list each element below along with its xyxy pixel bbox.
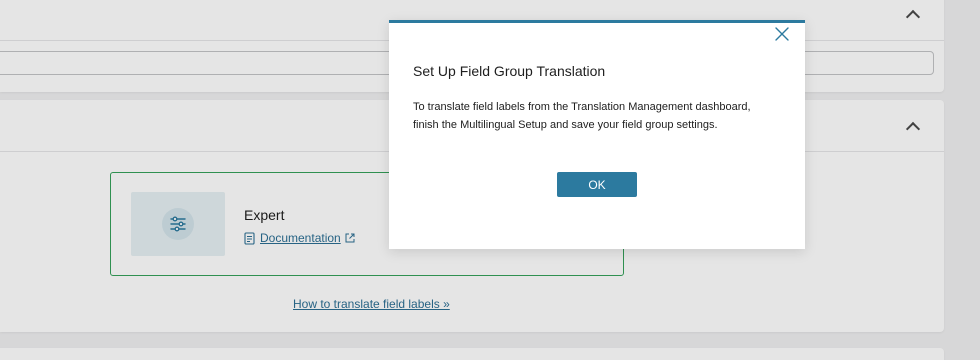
ok-button[interactable]: OK [557, 172, 637, 197]
dialog-message-line-1: To translate field labels from the Trans… [413, 101, 751, 113]
close-icon[interactable] [773, 25, 791, 43]
dialog-message-line-2: finish the Multilingual Setup and save y… [413, 119, 718, 131]
translation-setup-dialog: Set Up Field Group Translation To transl… [389, 20, 805, 249]
dialog-message: To translate field labels from the Trans… [413, 98, 783, 134]
dialog-title: Set Up Field Group Translation [413, 63, 606, 79]
